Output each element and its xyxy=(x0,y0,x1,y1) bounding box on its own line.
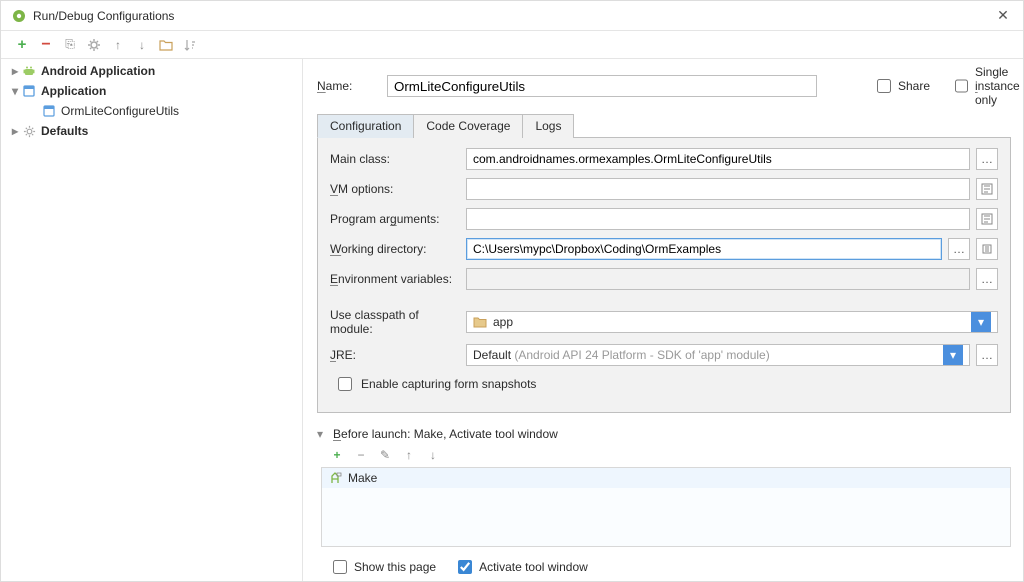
browse-env-button[interactable]: … xyxy=(976,268,998,290)
working-dir-input[interactable] xyxy=(466,238,942,260)
copy-config-button[interactable]: ⎘ xyxy=(61,36,79,54)
main-class-label: Main class: xyxy=(330,152,460,166)
working-dir-label: Working directory: xyxy=(330,242,460,256)
move-down-button[interactable]: ↓ xyxy=(133,36,151,54)
browse-class-button[interactable]: … xyxy=(976,148,998,170)
vm-options-label: VM options: xyxy=(330,182,460,196)
tree-ormlite-item[interactable]: OrmLiteConfigureUtils xyxy=(1,101,302,121)
before-launch-header[interactable]: ▾ Before launch: Make, Activate tool win… xyxy=(317,427,1011,441)
before-down-button[interactable]: ↓ xyxy=(425,447,441,463)
program-args-label: Program arguments: xyxy=(330,212,460,226)
tab-code-coverage[interactable]: Code Coverage xyxy=(413,114,523,138)
close-icon[interactable]: ✕ xyxy=(993,7,1013,24)
show-page-checkbox[interactable]: Show this page xyxy=(329,557,436,577)
browse-dir-button[interactable]: … xyxy=(948,238,970,260)
name-label: Name: xyxy=(317,79,377,93)
activate-window-checkbox[interactable]: Activate tool window xyxy=(454,557,588,577)
name-input[interactable] xyxy=(387,75,817,97)
before-launch-section: ▾ Before launch: Make, Activate tool win… xyxy=(317,427,1011,577)
tree-label: Android Application xyxy=(41,64,155,78)
before-remove-button[interactable]: − xyxy=(353,447,369,463)
application-icon xyxy=(21,83,37,99)
before-launch-toolbar: + − ✎ ↑ ↓ xyxy=(329,447,1011,463)
configuration-form: Main class: … VM options: Program argume… xyxy=(317,138,1011,413)
android-icon xyxy=(21,63,37,79)
vm-options-input[interactable] xyxy=(466,178,970,200)
snapshots-checkbox[interactable] xyxy=(338,377,352,391)
sort-button[interactable] xyxy=(181,36,199,54)
move-up-button[interactable]: ↑ xyxy=(109,36,127,54)
gear-icon xyxy=(21,123,37,139)
tree-application[interactable]: ▾ Application xyxy=(1,81,302,101)
before-up-button[interactable]: ↑ xyxy=(401,447,417,463)
env-vars-label: Environment variables: xyxy=(330,272,460,286)
list-item[interactable]: Make xyxy=(322,468,1010,488)
chevron-down-icon: ▾ xyxy=(943,345,963,365)
jre-select[interactable]: Default (Android API 24 Platform - SDK o… xyxy=(466,344,970,366)
tab-configuration[interactable]: Configuration xyxy=(317,114,414,138)
tree-android-application[interactable]: ▸ Android Application xyxy=(1,61,302,81)
edit-defaults-button[interactable] xyxy=(85,36,103,54)
titlebar: Run/Debug Configurations ✕ xyxy=(1,1,1023,31)
chevron-down-icon: ▾ xyxy=(971,312,991,332)
tab-logs[interactable]: Logs xyxy=(522,114,574,138)
classpath-label: Use classpath of module: xyxy=(330,308,460,336)
chevron-right-icon: ▸ xyxy=(9,124,21,138)
tree-label: OrmLiteConfigureUtils xyxy=(61,104,179,118)
tree-label: Defaults xyxy=(41,124,88,138)
before-add-button[interactable]: + xyxy=(329,447,345,463)
single-instance-checkbox[interactable]: Single instance only xyxy=(951,65,1011,107)
chevron-down-icon: ▾ xyxy=(317,427,327,441)
application-icon xyxy=(41,103,57,119)
chevron-down-icon: ▾ xyxy=(9,84,21,98)
env-vars-input[interactable] xyxy=(466,268,970,290)
window-title: Run/Debug Configurations xyxy=(33,9,993,23)
browse-jre-button[interactable]: … xyxy=(976,344,998,366)
before-launch-list[interactable]: Make xyxy=(321,467,1011,547)
snapshots-label: Enable capturing form snapshots xyxy=(361,377,536,391)
classpath-select[interactable]: app ▾ xyxy=(466,311,998,333)
app-icon xyxy=(11,8,27,24)
make-icon xyxy=(328,472,342,484)
config-panel-right: Name: Share Single instance only Configu… xyxy=(303,59,1023,581)
add-config-button[interactable]: + xyxy=(13,36,31,54)
before-edit-button[interactable]: ✎ xyxy=(377,447,393,463)
chevron-right-icon: ▸ xyxy=(9,64,21,78)
module-icon xyxy=(473,316,487,328)
expand-args-button[interactable] xyxy=(976,208,998,230)
share-checkbox[interactable]: Share xyxy=(873,76,933,96)
tree-label: Application xyxy=(41,84,106,98)
history-dir-button[interactable] xyxy=(976,238,998,260)
tree-toolbar: + − ⎘ ↑ ↓ xyxy=(1,31,303,59)
expand-vm-button[interactable] xyxy=(976,178,998,200)
remove-config-button[interactable]: − xyxy=(37,36,55,54)
program-args-input[interactable] xyxy=(466,208,970,230)
tab-bar: Configuration Code Coverage Logs xyxy=(317,113,1011,138)
tree-defaults[interactable]: ▸ Defaults xyxy=(1,121,302,141)
folder-button[interactable] xyxy=(157,36,175,54)
config-tree[interactable]: ▸ Android Application ▾ Application OrmL… xyxy=(1,59,303,581)
main-class-input[interactable] xyxy=(466,148,970,170)
jre-label: JRE: xyxy=(330,348,460,362)
